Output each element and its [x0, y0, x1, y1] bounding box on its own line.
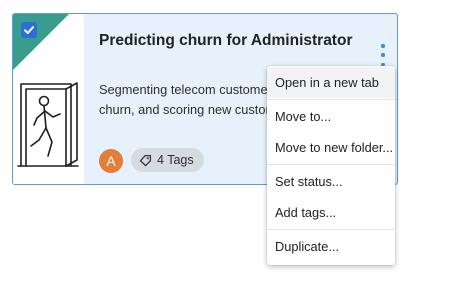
menu-divider — [267, 99, 395, 100]
stage: Predicting churn for Administrator Segme… — [0, 0, 450, 282]
project-title[interactable]: Predicting churn for Administrator — [99, 32, 369, 50]
tags-label: 4 Tags — [157, 153, 194, 167]
menu-item-open-new-tab[interactable]: Open in a new tab — [267, 67, 395, 98]
menu-item-move-to-new-folder[interactable]: Move to new folder... — [267, 132, 395, 163]
menu-item-duplicate[interactable]: Duplicate... — [267, 231, 395, 262]
door-exit-person-icon — [17, 82, 79, 167]
avatar[interactable]: A — [99, 149, 123, 173]
tag-icon — [139, 154, 152, 166]
context-menu: Open in a new tab Move to... Move to new… — [267, 66, 395, 265]
menu-item-add-tags[interactable]: Add tags... — [267, 197, 395, 228]
menu-divider — [267, 229, 395, 230]
menu-divider — [267, 164, 395, 165]
menu-item-move-to[interactable]: Move to... — [267, 101, 395, 132]
tags-badge[interactable]: 4 Tags — [131, 148, 204, 172]
menu-item-set-status[interactable]: Set status... — [267, 166, 395, 197]
kebab-menu-icon[interactable] — [377, 44, 389, 66]
select-checkbox[interactable] — [21, 22, 37, 38]
project-thumbnail — [13, 14, 84, 184]
checkmark-icon — [24, 26, 34, 34]
